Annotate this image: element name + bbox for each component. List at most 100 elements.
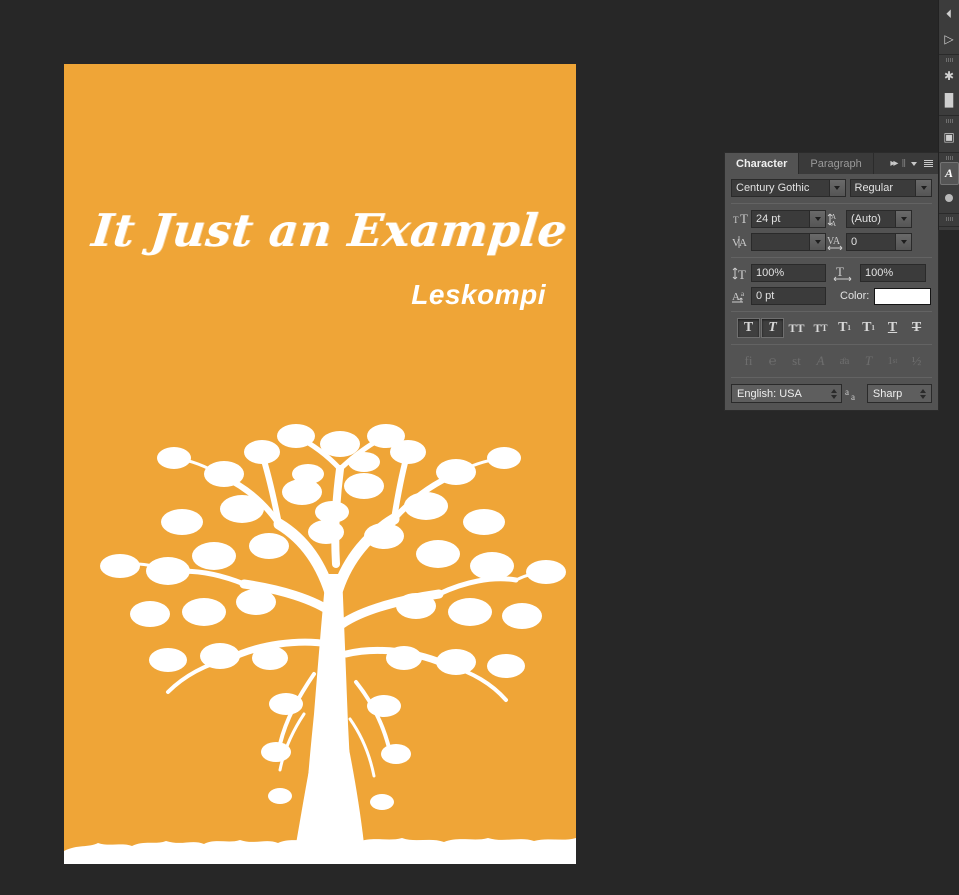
tab-paragraph[interactable]: Paragraph: [799, 153, 873, 174]
dock-grip[interactable]: [939, 118, 959, 124]
svg-text:a: a: [845, 387, 849, 397]
history-icon[interactable]: ⏴: [940, 3, 959, 26]
standard-ligatures-button[interactable]: fi: [737, 351, 760, 371]
all-caps-button[interactable]: TT: [785, 318, 808, 338]
language-select[interactable]: English: USA: [731, 384, 842, 403]
font-size-icon[interactable]: TT: [731, 212, 751, 226]
dock-group-2: ✱ █: [939, 55, 959, 116]
layer-comps-icon[interactable]: ▣: [940, 125, 959, 148]
dock-group-4: A: [939, 153, 959, 214]
brush-icon[interactable]: ✱: [940, 64, 959, 87]
svg-text:T: T: [733, 215, 739, 225]
paragraph-panel-icon[interactable]: [940, 186, 959, 209]
dock-grip[interactable]: [939, 216, 959, 222]
character-panel-body: Century Gothic Regular TT 24 pt: [725, 174, 938, 410]
antialias-stepper-icon[interactable]: [916, 385, 931, 402]
horizontal-scale-icon[interactable]: T: [826, 265, 860, 281]
tracking-value: 0: [847, 234, 895, 250]
tree-silhouette-artwork: [64, 414, 576, 864]
vertical-scale-value: 100%: [752, 265, 825, 281]
baseline-color-row: Aa 0 pt Color:: [731, 287, 932, 305]
ordinals-button[interactable]: 1st: [881, 351, 904, 371]
svg-text:A: A: [739, 237, 747, 249]
subline-text-layer[interactable]: Leskompi: [64, 279, 546, 311]
panel-tab-controls: ▸▸ ‖: [885, 153, 938, 174]
strikethrough-button[interactable]: T: [905, 318, 928, 338]
kerning-tracking-row: VA VA 0: [731, 233, 932, 251]
vertical-scale-field[interactable]: 100%: [751, 264, 826, 282]
font-row: Century Gothic Regular: [731, 179, 932, 197]
document-canvas[interactable]: It Just an Example Leskompi: [64, 64, 576, 864]
font-family-combo[interactable]: Century Gothic: [731, 179, 846, 197]
headline-text-layer[interactable]: It Just an Example: [89, 204, 565, 257]
photoshop-workspace: It Just an Example Leskompi: [0, 0, 959, 895]
baseline-shift-field[interactable]: 0 pt: [751, 287, 826, 305]
divider: [731, 257, 932, 258]
character-panel[interactable]: Character Paragraph ▸▸ ‖ Century Gothic …: [724, 152, 939, 411]
dock-grip[interactable]: [939, 155, 959, 161]
svg-text:T: T: [740, 212, 748, 226]
language-stepper-icon[interactable]: [826, 385, 841, 402]
font-size-combo[interactable]: 24 pt: [751, 210, 826, 228]
kerning-value: [752, 234, 809, 250]
faux-bold-button[interactable]: T: [737, 318, 760, 338]
titling-alternates-button[interactable]: T: [857, 351, 880, 371]
small-caps-button[interactable]: TT: [809, 318, 832, 338]
leading-icon[interactable]: AA: [826, 212, 846, 227]
actions-icon[interactable]: ▷: [940, 27, 959, 50]
divider: [731, 377, 932, 378]
kerning-combo[interactable]: [751, 233, 826, 251]
font-style-value: Regular: [851, 180, 916, 196]
text-color-swatch[interactable]: [874, 288, 931, 305]
opentype-buttons-row: fi ℮ st A aͤa T 1st ½: [731, 351, 932, 371]
contextual-alternates-button[interactable]: ℮: [761, 351, 784, 371]
discretionary-ligatures-button[interactable]: st: [785, 351, 808, 371]
baseline-shift-value: 0 pt: [752, 288, 825, 304]
font-style-dropdown-arrow-icon[interactable]: [915, 180, 931, 196]
clone-source-icon[interactable]: █: [940, 88, 959, 111]
dock-grip[interactable]: [939, 57, 959, 63]
antialias-value: Sharp: [868, 385, 916, 402]
right-dock-strip[interactable]: ⏴ ▷ ✱ █ ▣ A: [938, 0, 959, 230]
leading-combo[interactable]: (Auto): [846, 210, 912, 228]
language-value: English: USA: [732, 385, 826, 402]
font-size-dropdown-arrow-icon[interactable]: [809, 211, 825, 227]
svg-text:T: T: [836, 265, 844, 279]
fractions-button[interactable]: ½: [905, 351, 928, 371]
color-label: Color:: [838, 290, 874, 302]
swash-button[interactable]: A: [809, 351, 832, 371]
scale-row: T 100% T 100%: [731, 264, 932, 282]
divider: [731, 311, 932, 312]
double-chevron-right-icon[interactable]: ▸▸: [890, 158, 896, 169]
horizontal-scale-value: 100%: [861, 265, 925, 281]
svg-text:VA: VA: [827, 236, 841, 247]
font-size-value: 24 pt: [752, 211, 809, 227]
kerning-icon[interactable]: VA: [731, 235, 751, 249]
panel-menu-triangle-icon[interactable]: [911, 162, 917, 166]
oldstyle-button[interactable]: aͤa: [833, 351, 856, 371]
font-family-value: Century Gothic: [732, 180, 829, 196]
tracking-combo[interactable]: 0: [846, 233, 912, 251]
character-panel-icon[interactable]: A: [940, 162, 959, 185]
kerning-dropdown-arrow-icon[interactable]: [809, 234, 825, 250]
faux-italic-button[interactable]: T: [761, 318, 784, 338]
leading-dropdown-arrow-icon[interactable]: [895, 211, 911, 227]
font-style-buttons-row: T T TT TT T1 T1 T T: [731, 318, 932, 338]
panel-menu-icon[interactable]: [924, 160, 933, 167]
baseline-shift-icon[interactable]: Aa: [731, 289, 751, 304]
svg-text:T: T: [738, 267, 746, 281]
superscript-button[interactable]: T1: [833, 318, 856, 338]
tab-character[interactable]: Character: [725, 153, 799, 174]
tracking-dropdown-arrow-icon[interactable]: [895, 234, 911, 250]
panel-grip-divider: ‖: [901, 158, 906, 170]
underline-button[interactable]: T: [881, 318, 904, 338]
tracking-icon[interactable]: VA: [826, 235, 846, 250]
antialias-select[interactable]: Sharp: [867, 384, 932, 403]
vertical-scale-icon[interactable]: T: [731, 266, 751, 281]
font-family-dropdown-arrow-icon[interactable]: [829, 180, 845, 196]
subscript-button[interactable]: T1: [857, 318, 880, 338]
svg-text:A: A: [732, 291, 740, 303]
horizontal-scale-field[interactable]: 100%: [860, 264, 926, 282]
font-style-combo[interactable]: Regular: [850, 179, 933, 197]
leading-value: (Auto): [847, 211, 895, 227]
